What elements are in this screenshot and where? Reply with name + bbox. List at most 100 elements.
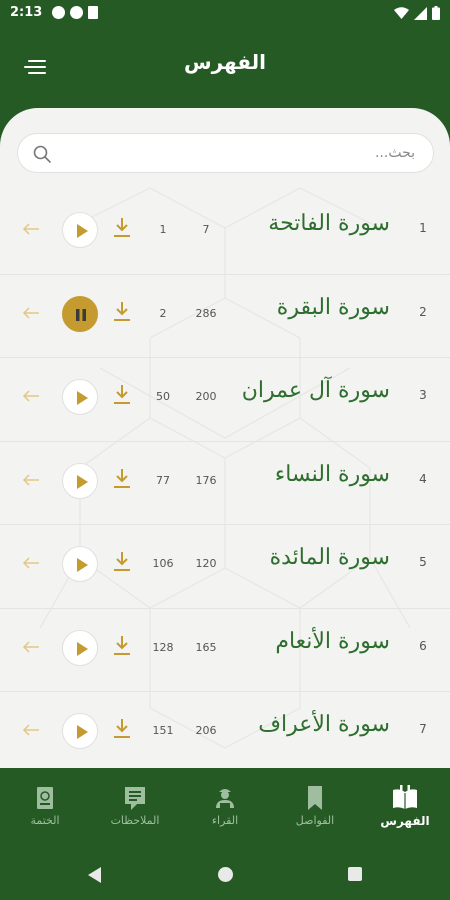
surah-row-1[interactable]: 1 سورة الفاتحة 7 1 [0,191,450,275]
ayat-count: 206 [195,724,217,737]
home-icon[interactable] [218,867,233,882]
download-icon[interactable] [111,549,133,573]
play-button[interactable] [62,629,98,666]
surah-list: 1 سورة الفاتحة 7 1 2 سورة البقرة 286 2 3… [0,191,450,768]
surah-number: 3 [419,388,427,402]
download-icon[interactable] [111,382,133,406]
play-button[interactable] [62,212,98,248]
download-icon[interactable] [111,215,133,239]
circle-icon [70,6,83,19]
surah-number: 1 [419,221,427,235]
notification-icon [52,6,65,19]
open-book-icon [393,785,417,809]
wifi-icon [394,7,409,19]
surah-name: سورة المائدة [269,545,390,570]
nav-bookmarks[interactable]: الفواصل [275,768,355,848]
ayat-count: 200 [195,390,217,403]
surah-row-5[interactable]: 5 سورة المائدة 120 106 [0,525,450,609]
back-icon[interactable] [88,867,102,883]
pause-icon [76,308,86,321]
play-button[interactable] [62,462,98,499]
surah-row-3[interactable]: 3 سورة آل عمران 200 50 [0,358,450,442]
notes-icon [125,787,145,810]
status-notification-icons [52,6,98,19]
arrow-left-icon[interactable] [22,473,40,486]
recent-apps-icon[interactable] [348,867,362,881]
surah-row-4[interactable]: 4 سورة النساء 176 77 [0,442,450,525]
sim-card-icon [88,6,98,19]
battery-icon [432,6,440,20]
page-number: 50 [156,390,170,403]
surah-name: سورة الفاتحة [268,211,390,236]
status-bar: 2:13 [0,0,450,28]
arrow-left-icon[interactable] [22,557,40,569]
nav-bookmarks-label: الفواصل [295,814,335,827]
play-button[interactable] [62,379,98,415]
surah-row-6[interactable]: 6 سورة الأنعام 165 128 [0,609,450,692]
nav-notes-label: الملاحظات [110,814,160,827]
surah-number: 7 [419,722,427,736]
surah-number: 6 [419,638,427,653]
ayat-count: 286 [195,306,217,320]
arrow-left-icon[interactable] [22,724,40,736]
play-button[interactable] [62,546,98,582]
search-bar[interactable] [17,133,434,173]
page-number: 77 [156,473,170,487]
page-number: 151 [152,724,174,737]
arrow-left-icon[interactable] [22,390,40,402]
play-icon [77,725,88,739]
download-icon[interactable] [111,716,133,740]
download-icon[interactable] [111,299,133,323]
surah-name: سورة الأنعام [275,628,390,654]
ayat-count: 120 [195,557,217,570]
surah-name: سورة البقرة [276,294,390,320]
play-icon [77,641,88,656]
page-number: 128 [152,640,174,654]
ayat-count: 165 [195,640,217,654]
nav-khatma[interactable]: الختمة [5,768,85,848]
bottom-navigation: الختمة الملاحظات القراء الفواصل الفهرس [0,768,450,848]
app-bar: الفهرس [0,28,450,108]
play-icon [77,224,88,238]
play-icon [77,391,88,405]
system-navigation-bar [0,848,450,900]
surah-number: 4 [419,471,427,486]
surah-name: سورة الأعراف [258,712,390,737]
surah-number: 5 [419,555,427,569]
surah-row-7[interactable]: 7 سورة الأعراف 206 151 [0,692,450,768]
surah-name: سورة آل عمران [241,378,390,403]
status-system-icons [394,6,440,20]
surah-row-2[interactable]: 2 سورة البقرة 286 2 [0,275,450,358]
play-icon [77,558,88,572]
nav-khatma-label: الختمة [30,814,60,827]
arrow-left-icon[interactable] [22,306,40,319]
page-number: 106 [152,557,174,570]
quran-book-icon [37,787,53,809]
bookmark-icon [308,786,322,810]
nav-index-label: الفهرس [380,814,430,828]
download-icon[interactable] [111,633,133,657]
surah-name: سورة النساء [274,461,390,487]
main-content: 1 سورة الفاتحة 7 1 2 سورة البقرة 286 2 3… [0,108,450,768]
nav-reciters-label: القراء [211,814,239,827]
reciter-icon [216,789,234,808]
nav-reciters[interactable]: القراء [185,768,265,848]
ayat-count: 176 [195,473,217,487]
signal-icon [414,6,427,20]
nav-index[interactable]: الفهرس [365,768,445,848]
nav-notes[interactable]: الملاحظات [95,768,175,848]
pause-button[interactable] [62,295,98,332]
ayat-count: 7 [202,223,210,236]
page-number: 2 [159,306,167,320]
search-input[interactable] [68,134,415,172]
search-icon[interactable] [32,144,52,164]
arrow-left-icon[interactable] [22,640,40,653]
page-title: الفهرس [183,50,266,74]
play-icon [77,474,88,489]
status-time: 2:13 [10,5,43,20]
surah-number: 2 [419,304,427,319]
play-button[interactable] [62,713,98,749]
download-icon[interactable] [111,466,133,490]
arrow-left-icon[interactable] [22,223,40,235]
page-number: 1 [159,223,167,236]
